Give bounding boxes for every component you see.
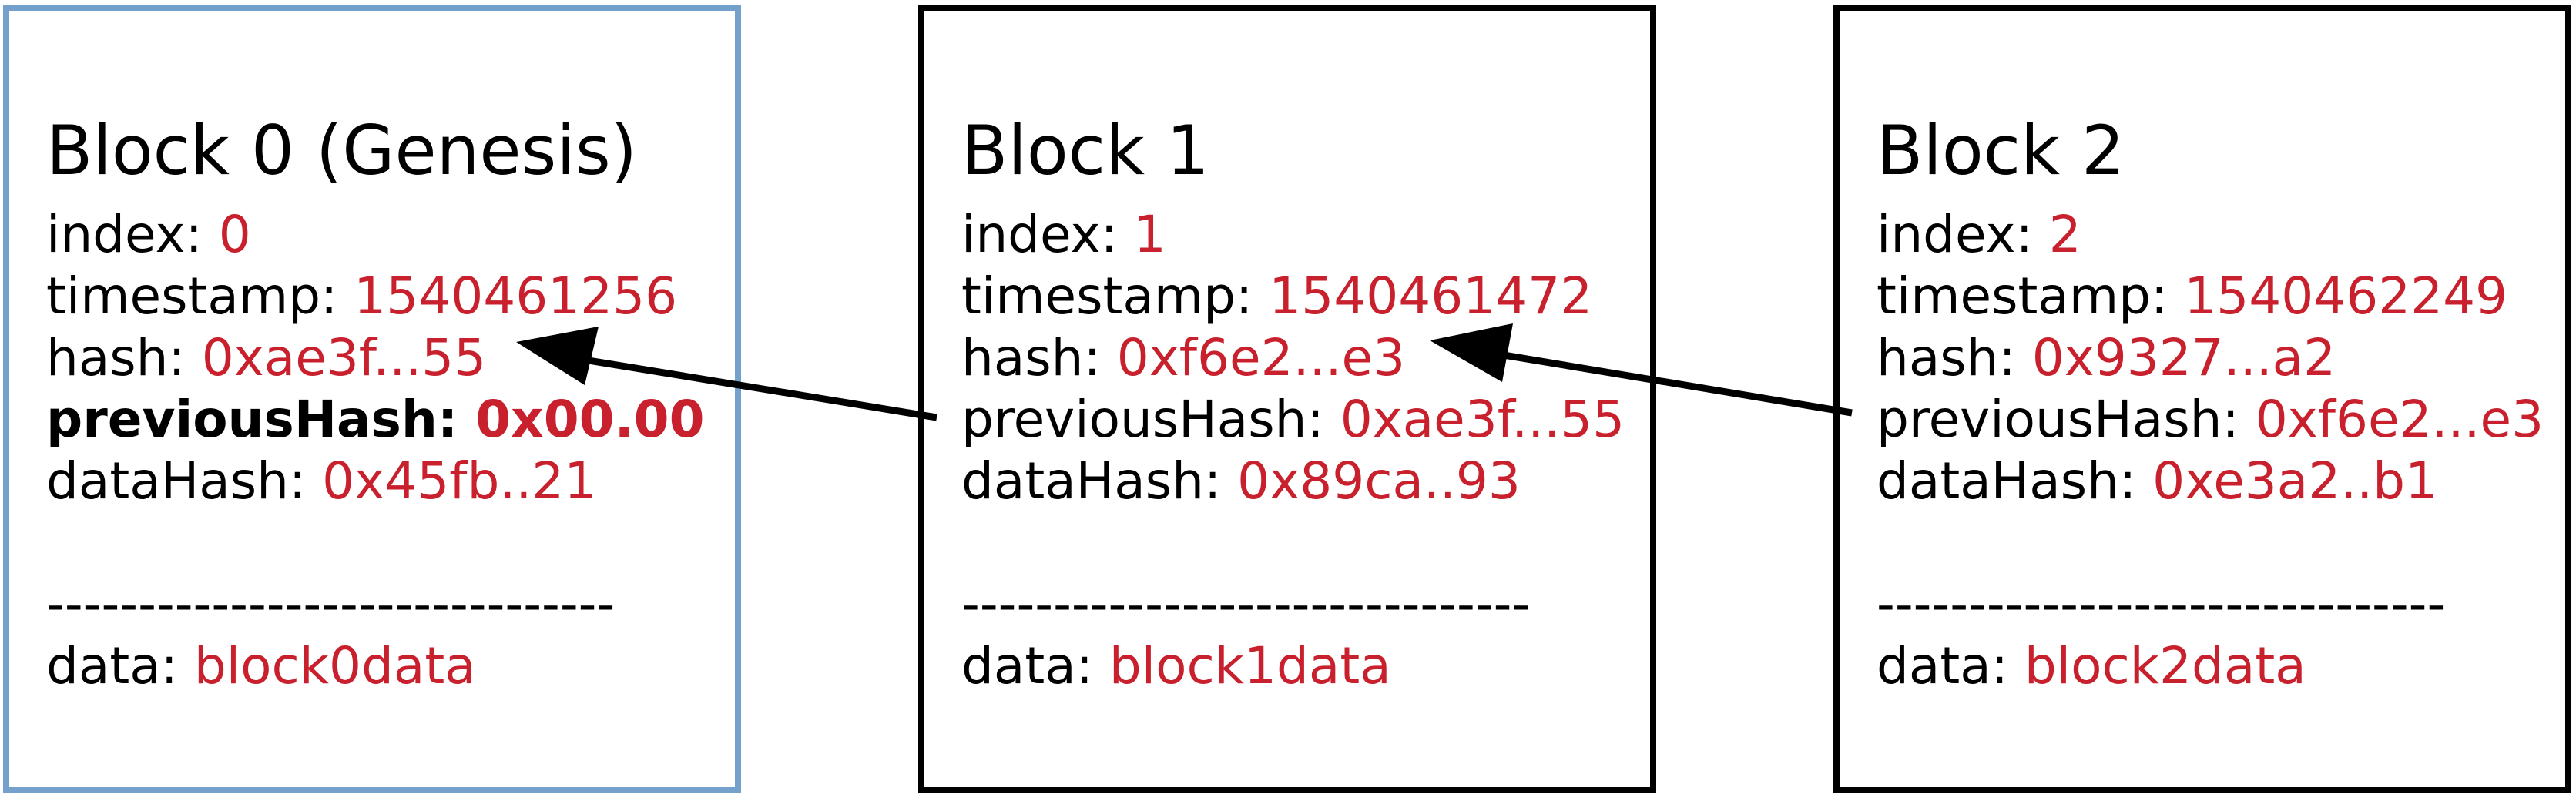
block-2-data-value: block2data <box>2024 636 2306 695</box>
block-2-data-hash-value: 0xe3a2..b1 <box>2152 451 2438 511</box>
block-2-timestamp-row: timestamp: 1540462249 <box>1877 271 2507 322</box>
hash-label: hash: <box>1877 328 2032 387</box>
index-label: index: <box>961 205 1134 264</box>
data-label: data: <box>961 636 1109 695</box>
block-2-separator: ------------------------------- <box>1877 575 2446 634</box>
block-0-data-hash-value: 0x45fb..21 <box>322 451 597 511</box>
block-1-previous-hash-row: previousHash: 0xae3f...55 <box>961 394 1625 445</box>
block-0-hash-row: hash: 0xae3f...55 <box>46 333 486 384</box>
block-2-previous-hash-value: 0xf6e2...e3 <box>2255 390 2544 449</box>
data-label: data: <box>46 636 194 695</box>
block-0-timestamp-row: timestamp: 1540461256 <box>46 271 677 322</box>
timestamp-label: timestamp: <box>1877 266 2185 326</box>
data-hash-label: dataHash: <box>46 451 323 511</box>
block-0-previous-hash-row: previousHash: 0x00.00 <box>46 394 705 445</box>
block-1-previous-hash-value: 0xae3f...55 <box>1340 390 1625 449</box>
timestamp-label: timestamp: <box>961 266 1270 326</box>
block-0-index-row: index: 0 <box>46 209 251 260</box>
block-1-timestamp-value: 1540461472 <box>1269 266 1593 326</box>
block-1-title: Block 1 <box>961 111 1209 190</box>
block-1-card: Block 1 index: 1 timestamp: 1540461472 h… <box>918 5 1656 793</box>
block-2-hash-value: 0x9327...a2 <box>2031 328 2336 387</box>
block-0-card: Block 0 (Genesis) index: 0 timestamp: 15… <box>3 5 741 793</box>
block-1-data-hash-value: 0x89ca..93 <box>1237 451 1521 511</box>
block-2-title: Block 2 <box>1877 111 2125 190</box>
block-2-data-row: data: block2data <box>1877 641 2306 692</box>
previous-hash-label: previousHash: <box>1877 390 2256 449</box>
block-2-hash-row: hash: 0x9327...a2 <box>1877 333 2336 384</box>
block-2-data-hash-row: dataHash: 0xe3a2..b1 <box>1877 456 2437 507</box>
block-0-data-value: block0data <box>193 636 476 695</box>
block-1-data-hash-row: dataHash: 0x89ca..93 <box>961 456 1521 507</box>
block-1-separator: ------------------------------- <box>961 575 1531 634</box>
block-0-hash-value: 0xae3f...55 <box>201 328 487 387</box>
block-1-timestamp-row: timestamp: 1540461472 <box>961 271 1592 322</box>
timestamp-label: timestamp: <box>46 266 354 326</box>
previous-hash-label: previousHash: <box>961 390 1340 449</box>
block-1-hash-value: 0xf6e2...e3 <box>1116 328 1406 387</box>
block-2-previous-hash-row: previousHash: 0xf6e2...e3 <box>1877 394 2544 445</box>
index-label: index: <box>1877 205 2049 264</box>
previous-hash-label: previousHash: <box>46 390 476 449</box>
block-2-index-row: index: 2 <box>1877 209 2081 260</box>
block-1-data-value: block1data <box>1109 636 1391 695</box>
block-0-data-hash-row: dataHash: 0x45fb..21 <box>46 456 596 507</box>
data-hash-label: dataHash: <box>961 451 1238 511</box>
data-hash-label: dataHash: <box>1877 451 2153 511</box>
hash-label: hash: <box>46 328 202 387</box>
block-1-hash-row: hash: 0xf6e2...e3 <box>961 333 1405 384</box>
block-0-previous-hash-value: 0x00.00 <box>475 390 705 449</box>
block-0-index-value: 0 <box>218 205 251 264</box>
index-label: index: <box>46 205 219 264</box>
block-1-index-row: index: 1 <box>961 209 1166 260</box>
block-2-card: Block 2 index: 2 timestamp: 1540462249 h… <box>1833 5 2571 793</box>
block-0-timestamp-value: 1540461256 <box>354 266 678 326</box>
data-label: data: <box>1877 636 2024 695</box>
hash-label: hash: <box>961 328 1117 387</box>
block-0-title: Block 0 (Genesis) <box>46 111 637 190</box>
block-2-index-value: 2 <box>2048 205 2081 264</box>
block-1-index-value: 1 <box>1133 205 1166 264</box>
block-0-separator: ------------------------------- <box>46 575 615 634</box>
block-2-timestamp-value: 1540462249 <box>2184 266 2508 326</box>
block-1-data-row: data: block1data <box>961 641 1391 692</box>
block-0-data-row: data: block0data <box>46 641 476 692</box>
